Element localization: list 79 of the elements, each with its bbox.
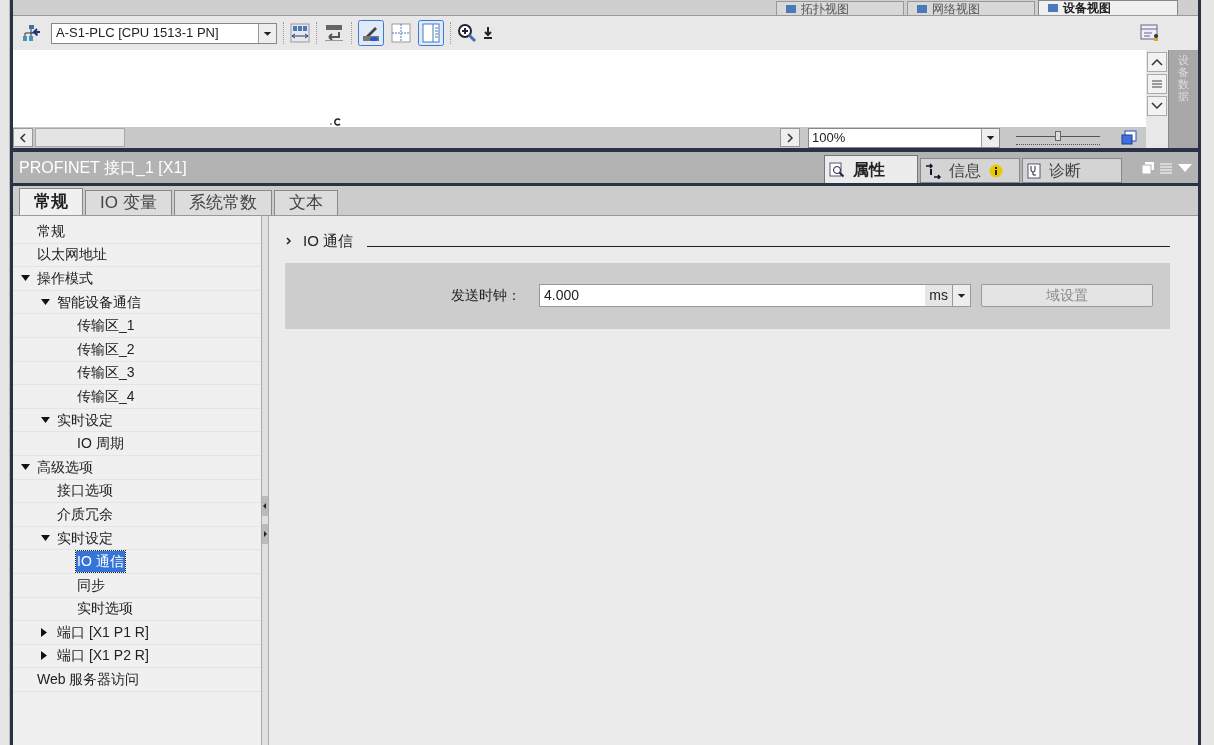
panel-tab[interactable]: 诊断 [1022, 158, 1122, 183]
tree-item[interactable]: 实时设定 [56, 409, 114, 431]
expanded-arrow-icon[interactable] [41, 417, 50, 424]
tree-item[interactable]: 同步 [76, 574, 106, 596]
tree-item[interactable]: IO 通信 [76, 551, 125, 573]
tab[interactable]: IO 变量 [85, 190, 172, 215]
panel-tab[interactable]: 属性 [824, 155, 918, 183]
device-list-icon[interactable] [1140, 24, 1160, 42]
chevron-up-icon [1151, 58, 1163, 66]
expand-right-icon[interactable] [262, 524, 268, 544]
send-clock-field[interactable]: 4.000 ms [539, 284, 971, 307]
inspector-title: PROFINET 接口_1 [X1] [18, 157, 187, 178]
scrollbar-thumb[interactable] [35, 128, 125, 147]
pen-eye-icon[interactable] [358, 20, 384, 46]
tab[interactable]: 常规 [19, 188, 83, 215]
expanded-arrow-icon[interactable] [21, 464, 30, 471]
slider-thumb[interactable] [1055, 130, 1061, 141]
view-tab[interactable]: 网络视图 [907, 1, 1035, 15]
tree-item[interactable]: 操作模式 [36, 268, 94, 289]
view-icon [916, 3, 928, 14]
view-icon [1047, 3, 1059, 13]
rack-width-icon[interactable] [290, 23, 310, 43]
menu-icon [1152, 80, 1162, 88]
chevron-down-icon [1151, 102, 1163, 110]
tab[interactable]: 文本 [273, 190, 338, 215]
tree-item[interactable]: 端口 [X1 P2 R] [56, 645, 150, 667]
stethoscope-icon [1027, 162, 1041, 179]
section-title: IO 通信 [303, 231, 353, 251]
magnifier-icon [829, 161, 845, 178]
chevron-right-icon [786, 132, 794, 143]
field-label: 发送时钟： [451, 286, 522, 305]
collapsed-arrow-icon[interactable] [41, 651, 47, 661]
unit-label: ms [925, 285, 952, 306]
dropdown-caret-icon[interactable] [952, 285, 970, 306]
dropdown-caret-icon[interactable] [981, 128, 999, 147]
device-select[interactable]: A-S1-PLC [CPU 1513-1 PN] [51, 22, 277, 44]
view-tab[interactable]: 拓扑视图 [776, 1, 904, 15]
info-arrows-icon [925, 162, 941, 179]
tree-item[interactable]: 实时选项 [76, 598, 134, 620]
scroll-down-button[interactable] [1147, 96, 1167, 116]
field-value: 4.000 [543, 286, 581, 305]
overview-icon[interactable] [1120, 128, 1138, 147]
panel-tab[interactable]: 信息 [920, 158, 1020, 183]
scroll-right-button[interactable] [780, 128, 800, 147]
tab[interactable]: 系统常数 [173, 190, 272, 215]
network-devices-icon[interactable] [21, 23, 41, 43]
scroll-up-button[interactable] [1147, 52, 1167, 72]
tree-item[interactable]: 高级选项 [36, 456, 94, 478]
tree-item[interactable]: 传输区_2 [76, 338, 136, 360]
name-tag-icon[interactable] [323, 23, 345, 43]
tree-item[interactable]: 实时设定 [56, 527, 114, 549]
tree-item[interactable]: 传输区_1 [76, 315, 136, 337]
tree-item[interactable]: Web 服务器访问 [36, 669, 141, 691]
info-icon [989, 163, 1003, 178]
view-tab[interactable]: 设备视图 [1038, 0, 1178, 15]
panel-layout-icon[interactable] [418, 20, 444, 46]
tree-item[interactable]: 接口选项 [56, 480, 114, 502]
collapse-left-icon[interactable] [262, 496, 268, 516]
chevron-left-icon [19, 132, 27, 143]
view-icon [785, 3, 797, 14]
expanded-arrow-icon[interactable] [41, 535, 50, 541]
collapsed-arrow-icon[interactable] [41, 627, 47, 637]
expanded-arrow-icon[interactable] [41, 299, 50, 306]
dropdown-caret-icon[interactable] [258, 23, 276, 43]
download-icon[interactable] [483, 26, 493, 40]
zoom-slider[interactable] [1016, 130, 1100, 145]
tree-item[interactable]: 以太网地址 [36, 244, 108, 266]
tree-item[interactable]: 常规 [36, 220, 66, 242]
tree-item[interactable]: 传输区_4 [76, 385, 136, 407]
tree-item[interactable]: 传输区_3 [76, 362, 136, 384]
chevron-right-icon[interactable] [285, 236, 293, 247]
tree-item[interactable]: 端口 [X1 P1 R] [56, 621, 150, 643]
scroll-left-button[interactable] [13, 128, 33, 147]
zoom-select[interactable]: 100% [808, 127, 1000, 148]
expanded-arrow-icon[interactable] [21, 275, 30, 282]
tree-item[interactable]: 介质冗余 [56, 503, 114, 525]
zoom-in-icon[interactable] [457, 23, 477, 43]
tree-item[interactable]: IO 周期 [76, 433, 125, 455]
tree-item[interactable]: 智能设备通信 [56, 291, 142, 313]
